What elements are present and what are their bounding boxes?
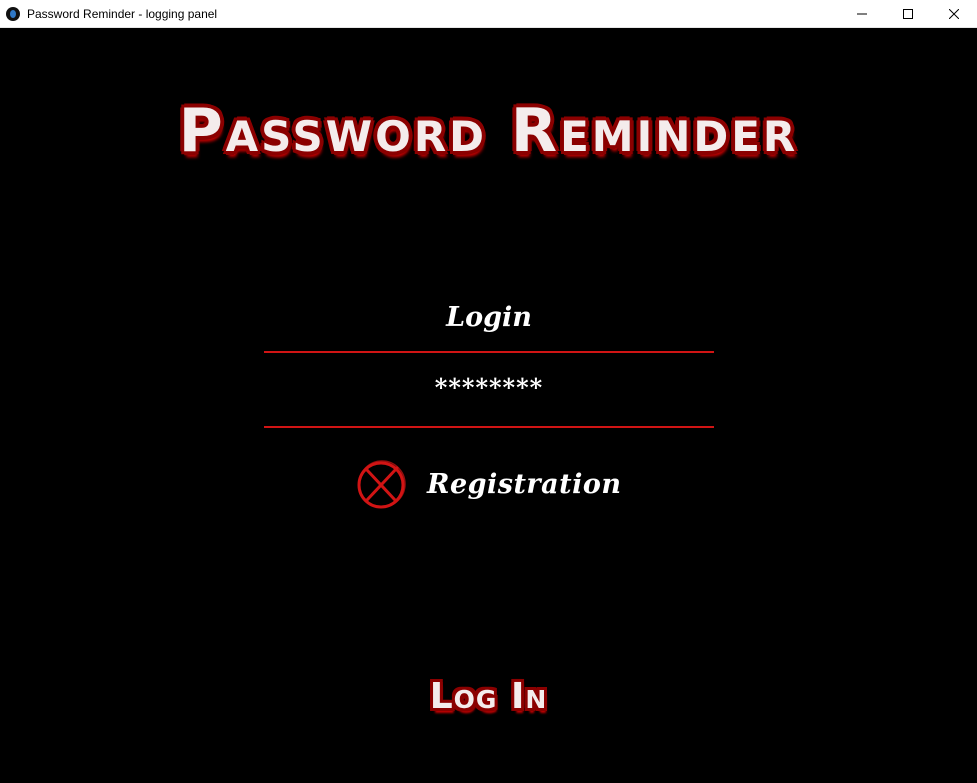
app-title: Password Reminder: [178, 96, 799, 166]
minimize-icon: [857, 13, 867, 14]
login-underline: [264, 351, 714, 353]
password-underline: [264, 426, 714, 428]
log-in-button[interactable]: Log In: [0, 676, 977, 717]
maximize-icon: [903, 8, 913, 19]
x-circle-icon: [357, 460, 406, 509]
close-icon: [949, 8, 959, 19]
minimize-button[interactable]: [839, 0, 885, 27]
password-field[interactable]: ********: [264, 373, 714, 427]
window-title: Password Reminder - logging panel: [27, 6, 218, 21]
close-button[interactable]: [931, 0, 977, 27]
logging-panel: Password Reminder Login ******** Registr…: [0, 28, 977, 783]
registration-label: Registration: [427, 468, 622, 500]
login-field[interactable]: Login: [264, 298, 714, 352]
registration-toggle[interactable]: Registration: [355, 458, 622, 510]
maximize-button[interactable]: [885, 0, 931, 27]
window-titlebar: Password Reminder - logging panel: [0, 0, 977, 28]
window-controls: [839, 0, 977, 27]
app-icon: [6, 6, 20, 21]
